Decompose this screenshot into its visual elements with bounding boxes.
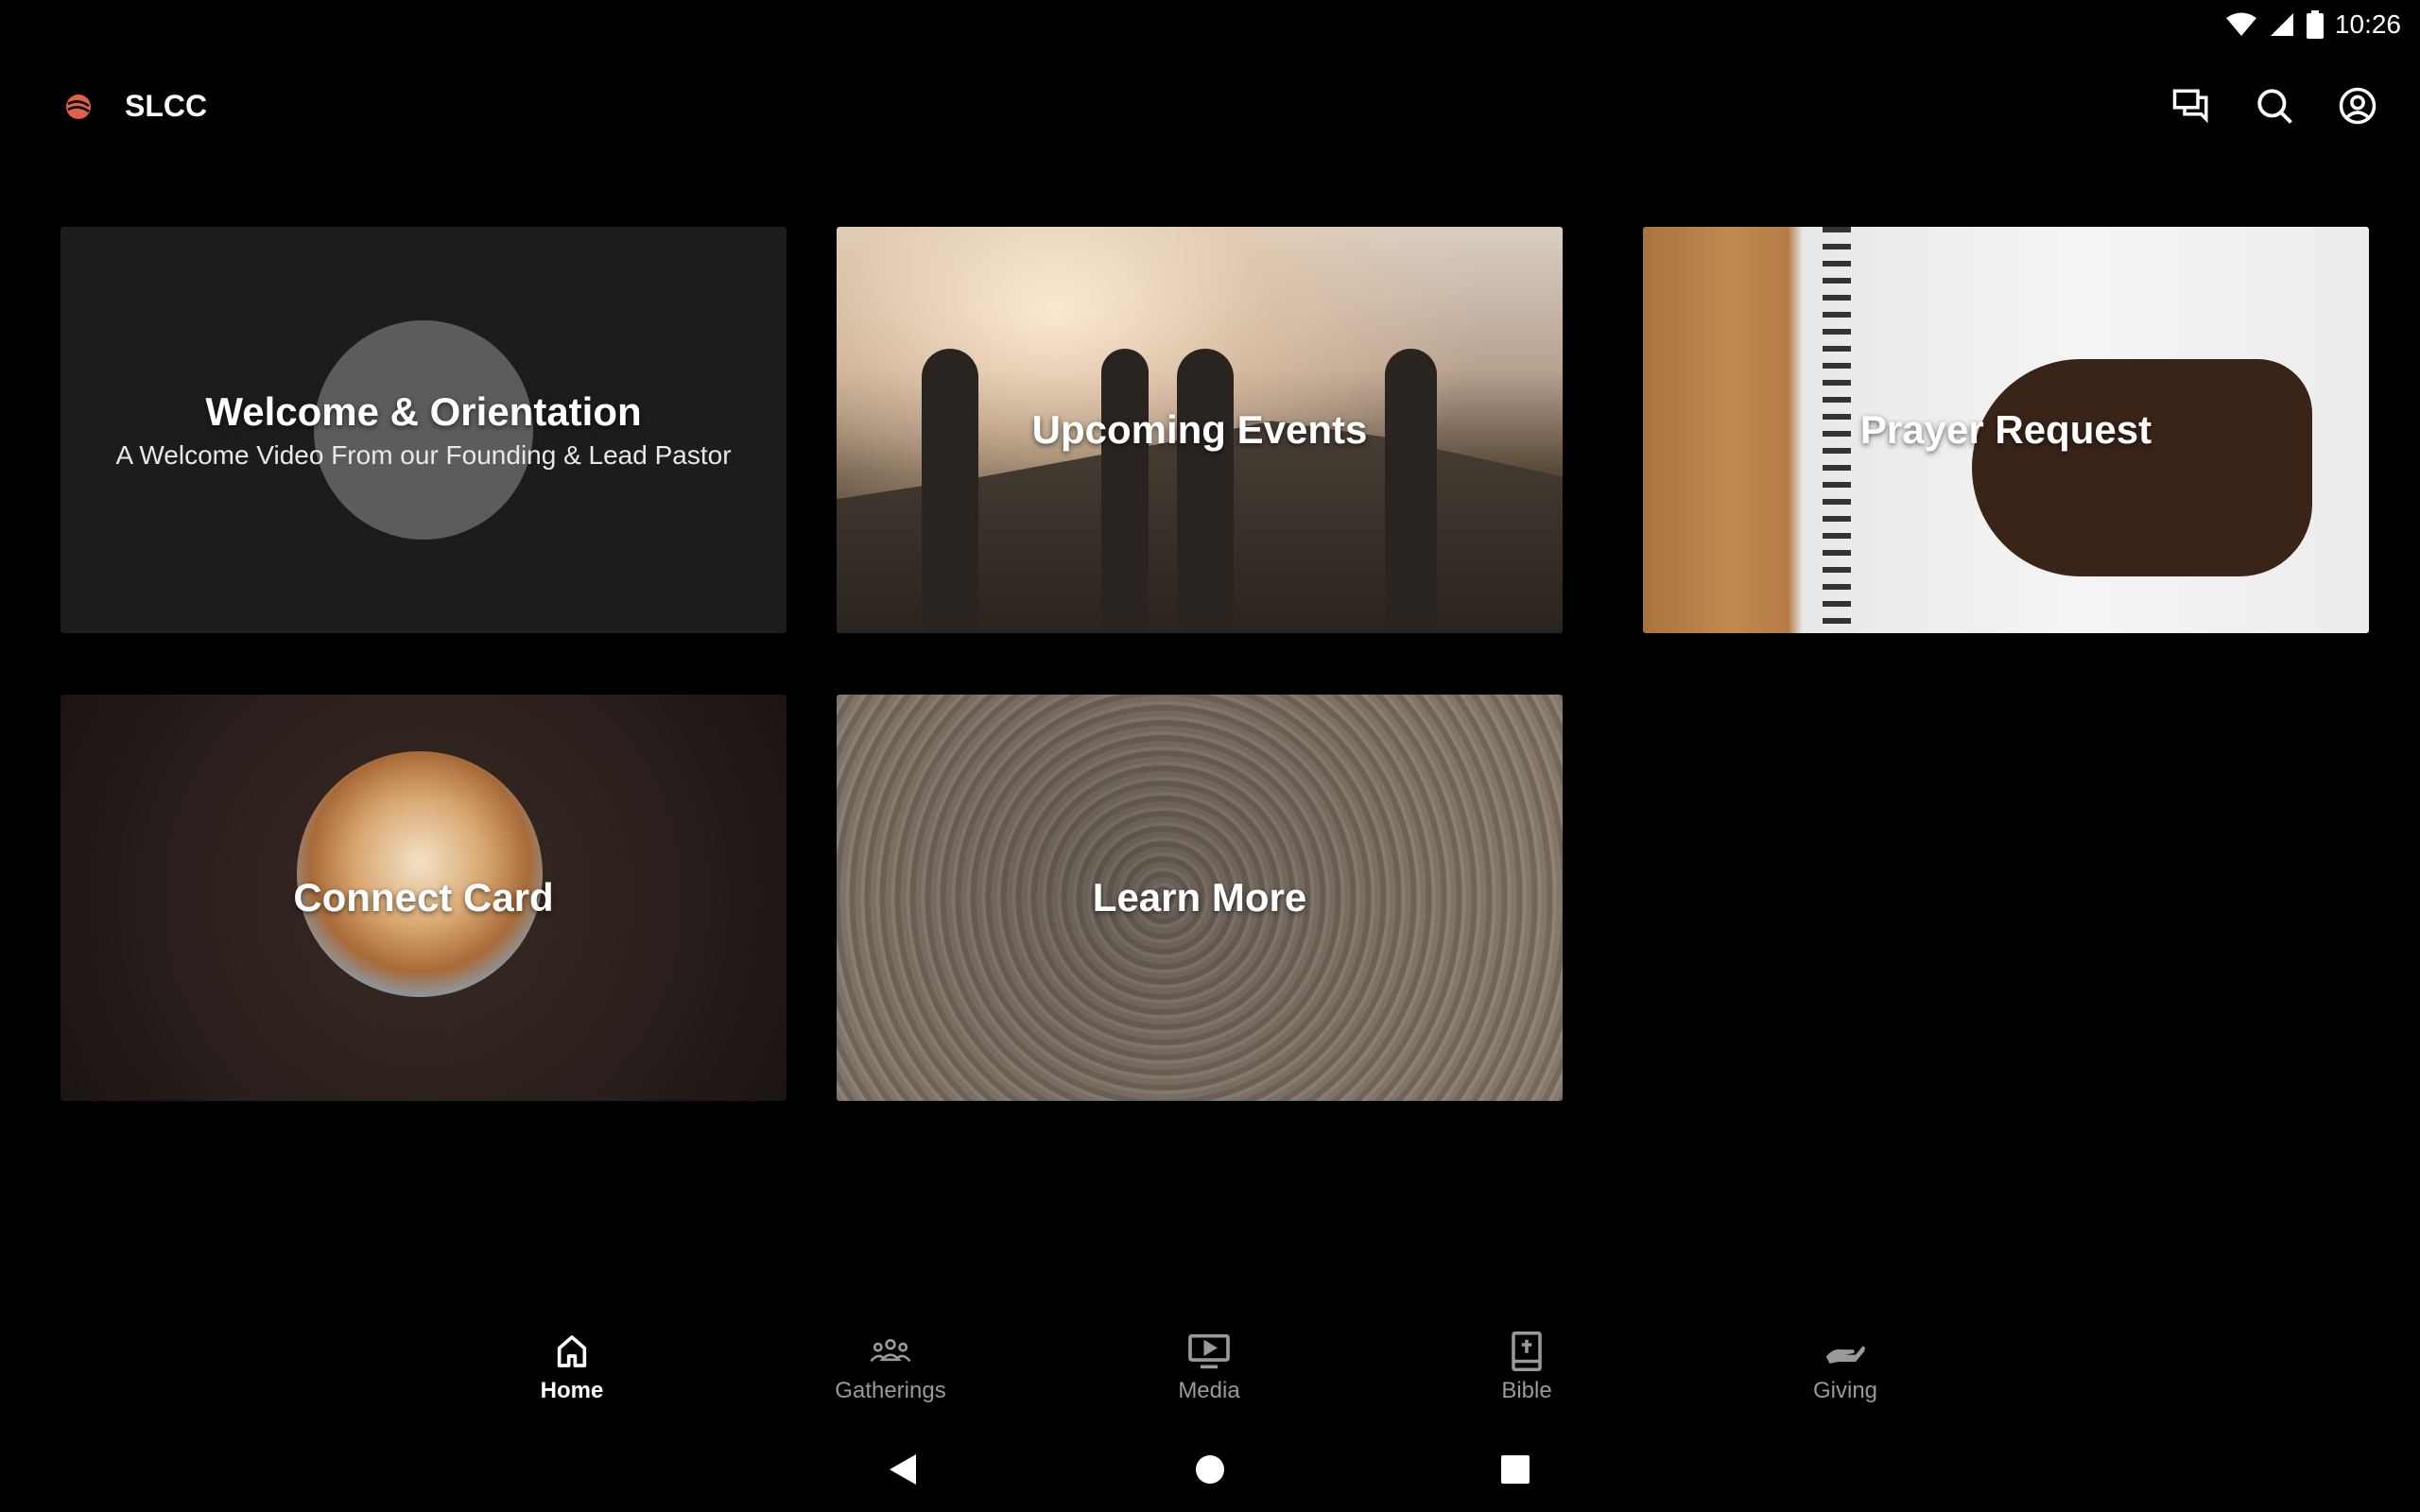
- nav-label: Media: [1178, 1378, 1240, 1403]
- card-image-person: [1385, 349, 1437, 633]
- nav-item-gatherings[interactable]: Gatherings: [796, 1331, 985, 1404]
- nav-item-bible[interactable]: Bible: [1432, 1331, 1621, 1404]
- card-image-hand: [1972, 359, 2312, 576]
- status-bar: 10:26: [0, 0, 2420, 49]
- recents-button[interactable]: [1492, 1446, 1539, 1493]
- people-icon: [870, 1338, 911, 1363]
- card-title: Welcome & Orientation: [205, 389, 642, 434]
- learn-more-card[interactable]: Learn More: [837, 695, 1563, 1101]
- card-title: Upcoming Events: [1031, 407, 1368, 452]
- nav-label: Gatherings: [835, 1378, 946, 1403]
- card-title: Prayer Request: [1859, 407, 2152, 452]
- bible-icon: [1512, 1332, 1542, 1371]
- card-title: Connect Card: [293, 875, 554, 919]
- back-button[interactable]: [879, 1446, 926, 1493]
- prayer-request-card[interactable]: Prayer Request: [1643, 227, 2369, 633]
- card-subtitle: A Welcome Video From our Founding & Lead…: [115, 440, 732, 470]
- card-image-coffee-cup: [297, 751, 543, 997]
- nav-label: Home: [540, 1378, 604, 1403]
- search-icon: [2257, 89, 2292, 124]
- upcoming-events-card[interactable]: Upcoming Events: [837, 227, 1563, 633]
- welcome-orientation-card[interactable]: Welcome & Orientation A Welcome Video Fr…: [60, 227, 786, 633]
- nav-label: Giving: [1812, 1378, 1878, 1403]
- status-icons: 10:26: [2225, 8, 2401, 42]
- cell-signal-icon: [2270, 13, 2293, 36]
- connect-card-card[interactable]: Connect Card: [60, 695, 786, 1101]
- account-icon: [2339, 87, 2377, 125]
- video-icon: [1188, 1333, 1230, 1369]
- recents-square-icon: [1501, 1455, 1530, 1484]
- bottom-navigation: Home Gatherings Media Bible Giving: [0, 1323, 2420, 1427]
- card-image-person: [922, 349, 978, 633]
- card-image-notebook-spiral: [1823, 227, 1851, 633]
- home-circle-icon: [1196, 1455, 1224, 1484]
- card-image-person: [1101, 349, 1149, 633]
- card-title: Learn More: [1092, 875, 1307, 919]
- wifi-icon: [2225, 12, 2256, 36]
- giving-hand-icon: [1825, 1346, 1865, 1364]
- church-logo-icon[interactable]: [62, 91, 95, 123]
- chat-button[interactable]: [2169, 83, 2214, 129]
- account-button[interactable]: [2335, 83, 2380, 129]
- card-image-person: [1177, 349, 1234, 633]
- nav-label: Bible: [1501, 1378, 1552, 1403]
- system-navigation-bar: [0, 1427, 2420, 1512]
- nav-item-home[interactable]: Home: [477, 1331, 666, 1404]
- home-system-button[interactable]: [1186, 1446, 1234, 1493]
- app-title: SLCC: [125, 89, 208, 123]
- chat-icon: [2172, 89, 2208, 124]
- nav-item-giving[interactable]: Giving: [1751, 1331, 1940, 1404]
- nav-item-media[interactable]: Media: [1115, 1331, 1304, 1404]
- battery-icon: [2306, 10, 2324, 39]
- app-bar-actions: [2169, 83, 2380, 129]
- home-icon: [557, 1335, 587, 1367]
- back-triangle-icon: [890, 1454, 916, 1485]
- status-time: 10:26: [2334, 9, 2401, 39]
- app-bar: SLCC: [0, 66, 2420, 146]
- search-button[interactable]: [2252, 83, 2297, 129]
